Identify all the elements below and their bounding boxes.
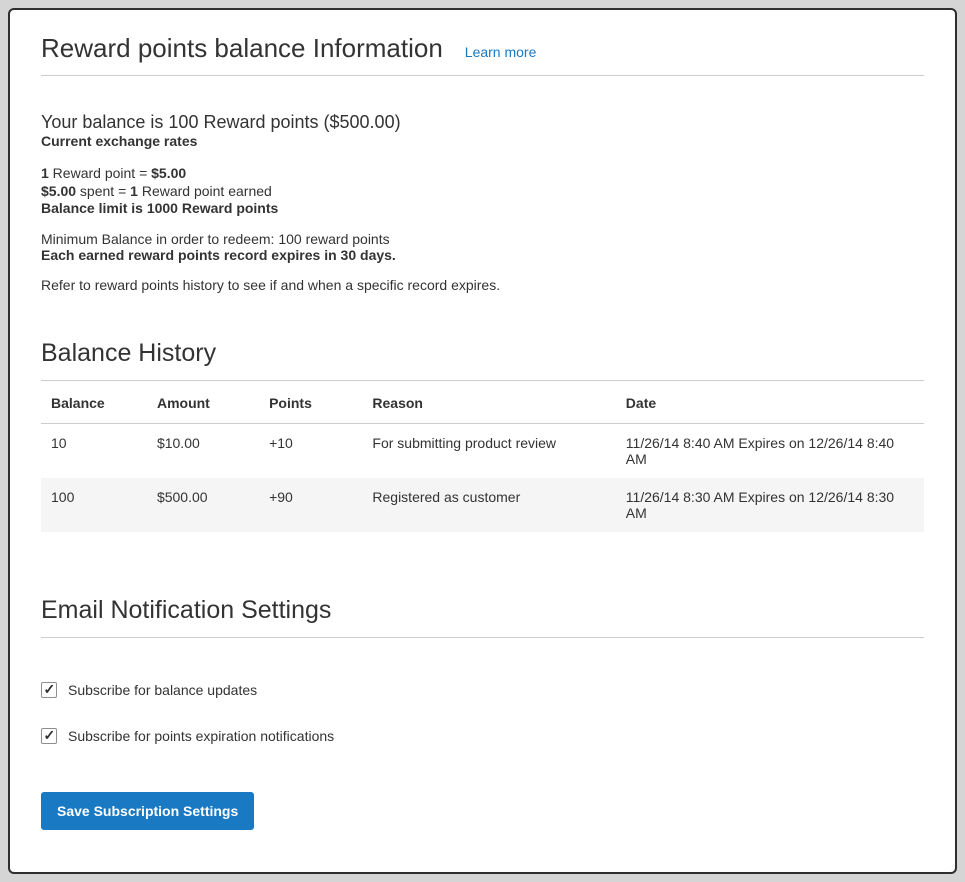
page-background: Reward points balance Information Learn …: [0, 0, 965, 882]
column-header-reason: Reason: [362, 381, 615, 424]
header: Reward points balance Information Learn …: [41, 32, 924, 65]
rate2-text1: spent =: [76, 183, 130, 199]
rate1-text: Reward point =: [49, 165, 151, 181]
cell-points: +10: [259, 423, 362, 478]
expiration-notifications-checkbox[interactable]: [41, 728, 57, 744]
learn-more-link[interactable]: Learn more: [465, 44, 537, 60]
cell-balance: 100: [41, 478, 147, 532]
expiration-note: Refer to reward points history to see if…: [41, 277, 924, 293]
exchange-rate-lines: 1 Reward point = $5.00 $5.00 spent = 1 R…: [41, 164, 924, 200]
rate2-amount: $5.00: [41, 183, 76, 199]
exchange-rate-line1: 1 Reward point = $5.00: [41, 165, 186, 181]
save-subscription-button[interactable]: Save Subscription Settings: [41, 792, 254, 830]
cell-reason: For submitting product review: [362, 423, 615, 478]
column-header-points: Points: [259, 381, 362, 424]
page-title: Reward points balance Information: [41, 32, 443, 65]
reward-info-card: Reward points balance Information Learn …: [8, 8, 957, 874]
expiration-heading: Each earned reward points record expires…: [41, 247, 924, 263]
cell-amount: $500.00: [147, 478, 259, 532]
rate1-points: 1: [41, 165, 49, 181]
balance-history-title: Balance History: [41, 339, 924, 381]
balance-limit-heading: Balance limit is 1000 Reward points: [41, 200, 924, 216]
column-header-date: Date: [616, 381, 924, 424]
table-header-row: Balance Amount Points Reason Date: [41, 381, 924, 424]
balance-summary: Your balance is 100 Reward points ($500.…: [41, 112, 924, 133]
exchange-rate-line2: $5.00 spent = 1 Reward point earned: [41, 183, 272, 199]
header-divider: [41, 75, 924, 76]
exchange-rates-heading: Current exchange rates: [41, 133, 924, 149]
expiration-notifications-option: Subscribe for points expiration notifica…: [41, 728, 924, 744]
expiration-notifications-label: Subscribe for points expiration notifica…: [68, 728, 334, 744]
rate2-text2: Reward point earned: [138, 183, 272, 199]
cell-reason: Registered as customer: [362, 478, 615, 532]
balance-updates-label: Subscribe for balance updates: [68, 682, 257, 698]
column-header-balance: Balance: [41, 381, 147, 424]
cell-balance: 10: [41, 423, 147, 478]
table-row: 100 $500.00 +90 Registered as customer 1…: [41, 478, 924, 532]
balance-updates-option: Subscribe for balance updates: [41, 682, 924, 698]
cell-amount: $10.00: [147, 423, 259, 478]
rate1-amount: $5.00: [151, 165, 186, 181]
minimum-balance-note: Minimum Balance in order to redeem: 100 …: [41, 231, 924, 247]
column-header-amount: Amount: [147, 381, 259, 424]
cell-date: 11/26/14 8:40 AM Expires on 12/26/14 8:4…: [616, 423, 924, 478]
cell-points: +90: [259, 478, 362, 532]
balance-updates-checkbox[interactable]: [41, 682, 57, 698]
table-row: 10 $10.00 +10 For submitting product rev…: [41, 423, 924, 478]
rate2-points: 1: [130, 183, 138, 199]
balance-history-table: Balance Amount Points Reason Date 10 $10…: [41, 381, 924, 532]
email-settings-title: Email Notification Settings: [41, 596, 924, 638]
cell-date: 11/26/14 8:30 AM Expires on 12/26/14 8:3…: [616, 478, 924, 532]
